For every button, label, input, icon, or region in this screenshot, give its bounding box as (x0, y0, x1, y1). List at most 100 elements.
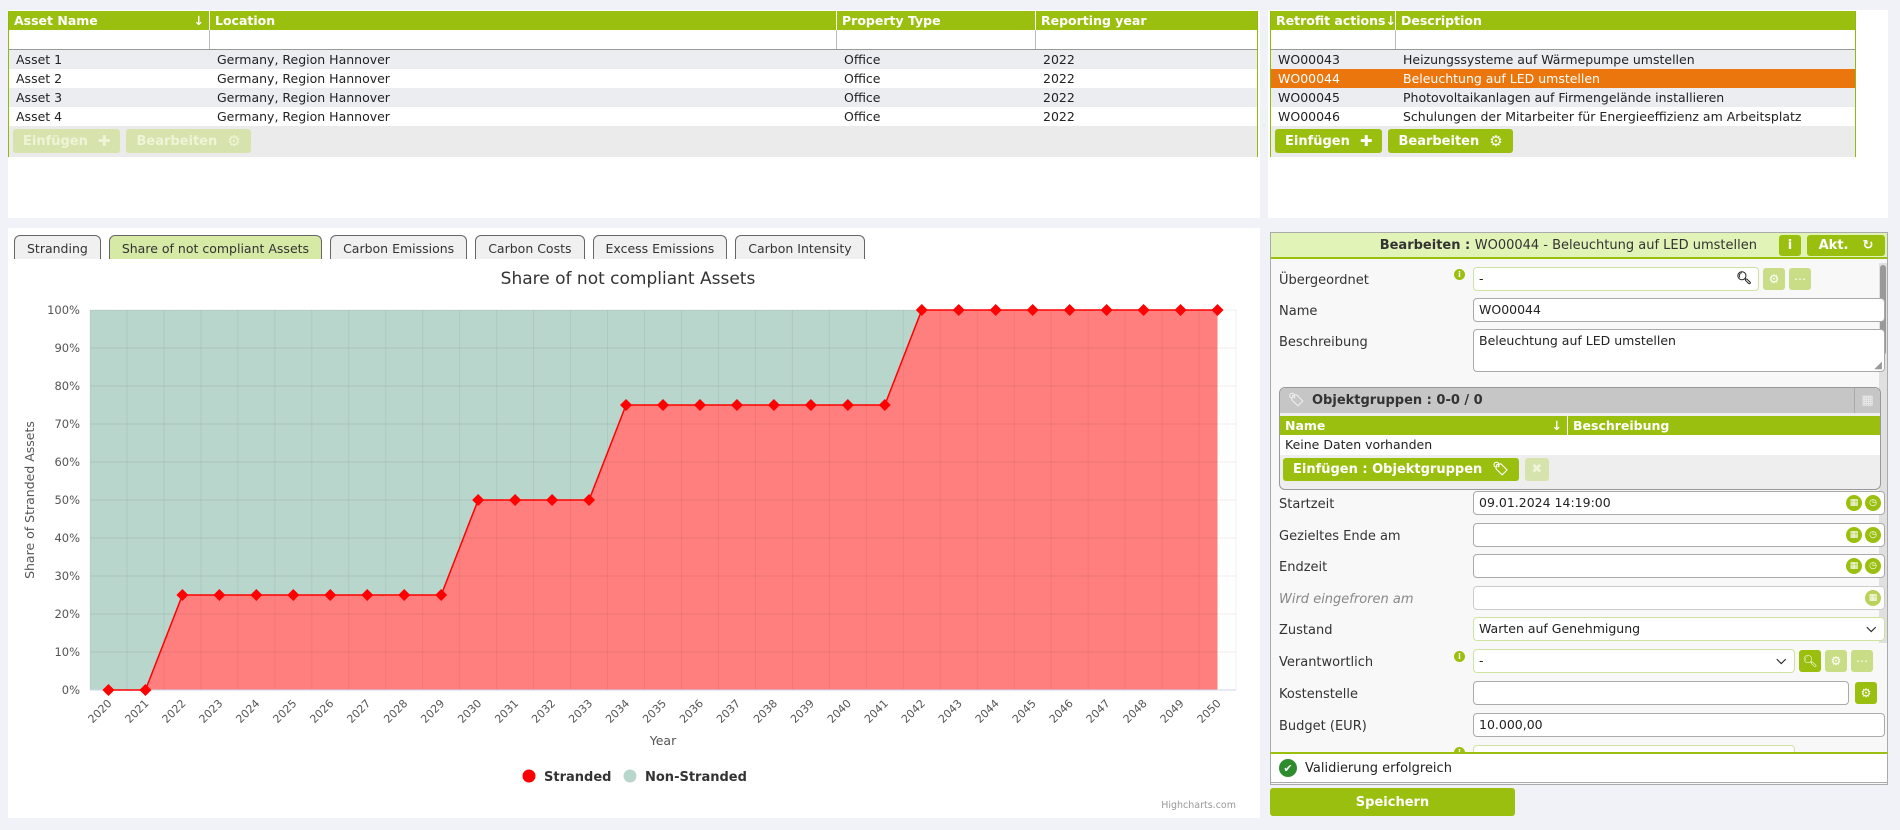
target-end-input[interactable]: ▦ ◷ (1473, 523, 1885, 547)
retrofit-row[interactable]: WO00044 Beleuchtung auf LED umstellen (1271, 69, 1855, 88)
x-tick-label: 2038 (751, 697, 780, 726)
tab-carbon-costs[interactable]: Carbon Costs (475, 235, 585, 259)
gear-icon: ⚙ (1768, 272, 1780, 286)
legend-label-stranded: Stranded (544, 770, 611, 785)
state-select[interactable]: Warten auf Genehmigung ⌵ (1473, 617, 1885, 641)
asset-row[interactable]: Asset 3 Germany, Region Hannover Office 202… (9, 88, 1257, 107)
col-reporting-year[interactable]: Reporting year (1036, 11, 1257, 30)
col-og-description[interactable]: Beschreibung (1568, 416, 1880, 435)
parent-input[interactable]: - 🔍︎ (1473, 267, 1759, 291)
col-property-type[interactable]: Property Type (837, 11, 1036, 30)
gear-icon: ⚙ (1860, 686, 1872, 700)
parent-more-button[interactable]: ⋯ (1789, 268, 1811, 290)
field-state: Zustand Warten auf Genehmigung ⌵ (1279, 617, 1885, 643)
clock-icon[interactable]: ◷ (1865, 527, 1881, 543)
frozen-input[interactable]: ▦ (1473, 586, 1885, 610)
edit-panel-title: Bearbeiten : WO00044 - Beleuchtung auf L… (1379, 238, 1757, 253)
plus-icon: ✚ (1359, 132, 1373, 150)
x-tick-label: 2050 (1195, 697, 1224, 726)
info-icon[interactable]: i (1454, 269, 1465, 280)
legend-label-non-stranded: Non-Stranded (645, 770, 747, 785)
asset-row[interactable]: Asset 2 Germany, Region Hannover Office 202… (9, 69, 1257, 88)
description-textarea[interactable]: Beleuchtung auf LED umstellen ◢ (1473, 329, 1885, 372)
x-tick-label: 2043 (936, 697, 965, 726)
resize-handle-icon[interactable]: ◢ (1874, 360, 1882, 371)
y-tick-label: 30% (54, 569, 80, 583)
parent-settings-button[interactable]: ⚙ (1763, 268, 1785, 290)
start-input[interactable]: 09.01.2024 14:19:00 ▦ ◷ (1473, 491, 1885, 515)
retrofit-cell: Photovoltaikanlagen auf Firmengelände in… (1403, 90, 1725, 105)
edit-retrofit-button[interactable]: Bearbeiten ⚙ (1388, 129, 1513, 153)
y-tick-label: 60% (54, 455, 80, 469)
calendar-icon[interactable]: ▦ (1846, 558, 1862, 574)
x-tick-label: 2048 (1121, 697, 1150, 726)
info-icon[interactable]: i (1454, 651, 1465, 662)
x-tick-label: 2033 (566, 697, 595, 726)
tab-share-of-not-compliant-assets[interactable]: Share of not compliant Assets (108, 235, 323, 259)
calendar-icon[interactable]: ▦ (1846, 527, 1862, 543)
clock-icon[interactable]: ◷ (1865, 558, 1881, 574)
clock-icon[interactable]: ◷ (1865, 495, 1881, 511)
name-input[interactable]: WO00044 (1473, 298, 1885, 322)
responsible-select[interactable]: - ⌵ (1473, 649, 1795, 673)
col-description[interactable]: Description (1396, 11, 1855, 30)
asset-cell: Asset 1 (16, 52, 63, 67)
col-retrofit-actions[interactable]: Retrofit actions ↓ (1271, 11, 1396, 30)
calendar-icon[interactable]: ▦ (1865, 590, 1881, 606)
edit-asset-button[interactable]: Bearbeiten ⚙ (126, 129, 251, 153)
table-icon[interactable]: ▦ (1854, 388, 1880, 413)
budget-input[interactable]: 10.000,00 (1473, 713, 1885, 737)
y-tick-label: 40% (54, 531, 80, 545)
tab-carbon-emissions[interactable]: Carbon Emissions (330, 235, 468, 259)
col-og-name[interactable]: Name ↓ (1280, 416, 1568, 435)
retrofit-row[interactable]: WO00046 Schulungen der Mitarbeiter für En… (1271, 107, 1855, 126)
empty-row: Keine Daten vorhanden (1280, 435, 1880, 455)
tab-stranding[interactable]: Stranding (14, 235, 101, 259)
more-icon: ⋯ (1856, 654, 1868, 668)
retrofit-row[interactable]: WO00045 Photovoltaikanlagen auf Firmengel… (1271, 88, 1855, 107)
retrofit-cell: WO00044 (1278, 71, 1340, 86)
search-icon[interactable]: 🔍︎ (1736, 270, 1752, 286)
sort-down-icon: ↓ (1551, 418, 1562, 433)
asset-row[interactable]: Asset 4 Germany, Region Hannover Office 202… (9, 107, 1257, 126)
tab-carbon-intensity[interactable]: Carbon Intensity (735, 235, 865, 259)
filter-reporting-year[interactable] (1036, 30, 1257, 49)
y-tick-label: 90% (54, 341, 80, 355)
field-name: Name WO00044 (1279, 298, 1885, 324)
asset-row[interactable]: Asset 1 Germany, Region Hannover Office 202… (9, 50, 1257, 69)
retrofit-row[interactable]: WO00043 Heizungssysteme auf Wärmepumpe um… (1271, 50, 1855, 69)
x-tick-label: 2047 (1084, 697, 1113, 726)
cost-center-input[interactable] (1473, 681, 1849, 705)
filter-description[interactable] (1396, 30, 1855, 49)
responsible-more-button[interactable]: ⋯ (1851, 650, 1873, 672)
assets-grid-header: Asset Name ↓ Location Property Type Repor… (9, 11, 1257, 30)
y-axis-title: Share of Stranded Assets (22, 421, 37, 579)
insert-object-group-button[interactable]: Einfügen : Objektgruppen 🏷︎ (1283, 458, 1519, 481)
col-location[interactable]: Location (210, 11, 837, 30)
filter-property-type[interactable] (837, 30, 1036, 49)
filter-location[interactable] (210, 30, 837, 49)
refresh-button[interactable]: Akt. ↻ (1807, 235, 1885, 256)
more-icon: ⋯ (1794, 272, 1806, 286)
cost-center-settings-button[interactable]: ⚙ (1855, 682, 1877, 704)
responsible-settings-button[interactable]: ⚙ (1825, 650, 1847, 672)
col-asset-name[interactable]: Asset Name ↓ (9, 11, 210, 30)
info-button[interactable]: i (1779, 235, 1801, 256)
responsible-search-button[interactable]: 🔍︎ (1799, 650, 1821, 672)
info-icon: i (1787, 238, 1793, 253)
save-button[interactable]: Speichern (1270, 788, 1515, 816)
insert-asset-button[interactable]: Einfügen ✚ (13, 129, 121, 153)
remove-object-group-button[interactable]: ✖ (1524, 458, 1549, 481)
y-tick-label: 0% (62, 683, 80, 697)
tab-excess-emissions[interactable]: Excess Emissions (592, 235, 728, 259)
field-description: Beschreibung Beleuchtung auf LED umstell… (1279, 329, 1885, 373)
insert-retrofit-button[interactable]: Einfügen ✚ (1275, 129, 1383, 153)
retrofit-grid-header: Retrofit actions ↓ Description (1271, 11, 1855, 30)
filter-retrofit-actions[interactable] (1271, 30, 1396, 49)
field-cost-center: Kostenstelle ⚙ (1279, 681, 1877, 707)
field-end: Endzeit ▦ ◷ (1279, 554, 1885, 580)
end-input[interactable]: ▦ ◷ (1473, 554, 1885, 578)
calendar-icon[interactable]: ▦ (1846, 495, 1862, 511)
check-circle-icon: ✔ (1279, 759, 1297, 777)
filter-asset-name[interactable] (9, 30, 210, 49)
